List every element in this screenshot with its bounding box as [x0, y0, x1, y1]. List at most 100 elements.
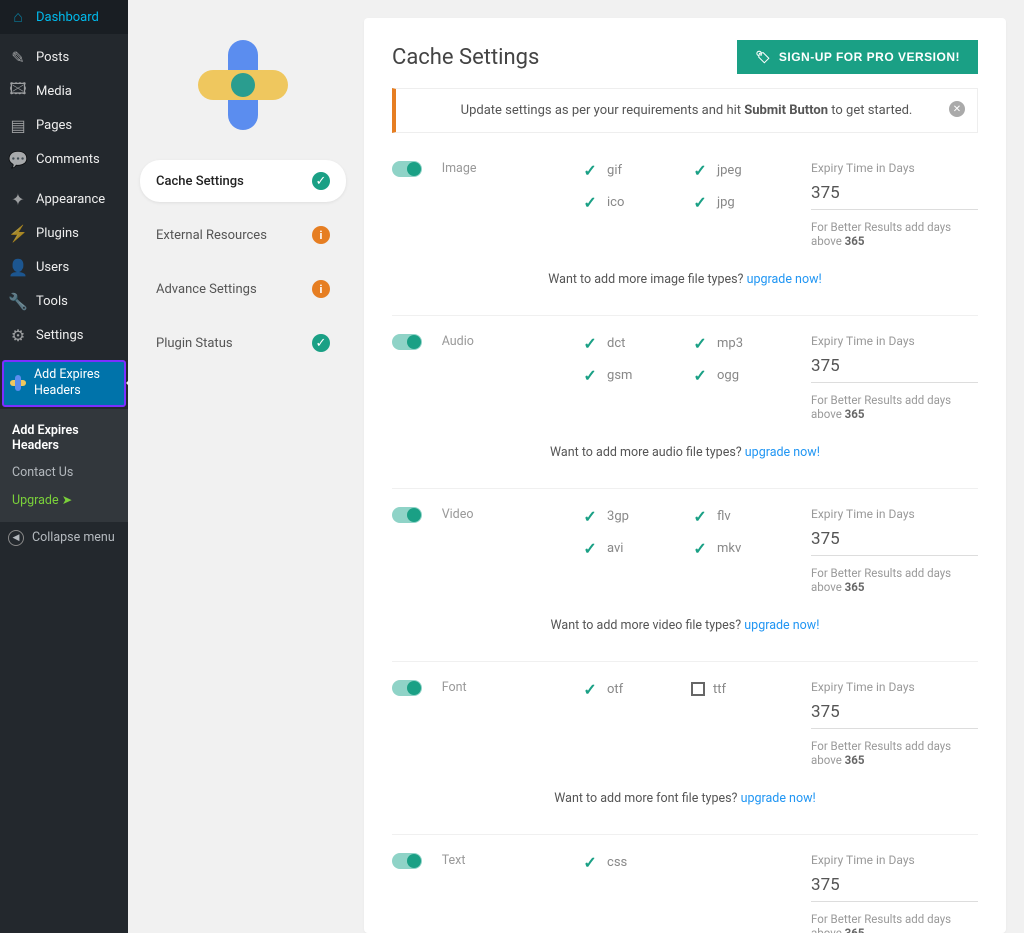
sidebar-item-comments[interactable]: 💬Comments — [0, 142, 128, 176]
toggle-text[interactable] — [392, 853, 422, 869]
filetype-gif: ✓gif — [581, 161, 681, 179]
expiry-input[interactable]: 375 — [811, 183, 978, 210]
filetype-avi: ✓avi — [581, 539, 681, 557]
submenu-upgrade-[interactable]: Upgrade ➤ — [0, 486, 128, 514]
tab-label: External Resources — [156, 228, 267, 243]
check-icon[interactable]: ✓ — [691, 193, 709, 211]
check-icon[interactable]: ✓ — [691, 366, 709, 384]
upgrade-link[interactable]: upgrade now! — [745, 445, 820, 460]
expiry-label: Expiry Time in Days — [811, 507, 978, 521]
expiry-label: Expiry Time in Days — [811, 161, 978, 175]
collapse-icon: ◀ — [8, 530, 24, 546]
upgrade-link[interactable]: upgrade now! — [741, 791, 816, 806]
check-icon[interactable]: ✓ — [581, 366, 599, 384]
plugin-tab-plugin-status[interactable]: Plugin Status✓ — [140, 322, 346, 364]
toggle-audio[interactable] — [392, 334, 422, 350]
file-type-list: ✓gif ✓jpeg ✓ico ✓jpg — [581, 161, 791, 211]
menu-icon: ⚡ — [8, 223, 28, 243]
sidebar-item-settings[interactable]: ⚙Settings — [0, 318, 128, 352]
submenu-contact-us[interactable]: Contact Us — [0, 459, 128, 486]
menu-icon: 👤 — [8, 257, 28, 277]
page-title: Cache Settings — [392, 45, 539, 70]
check-icon[interactable]: ✓ — [581, 334, 599, 352]
collapse-menu[interactable]: ◀Collapse menu — [0, 522, 128, 554]
main-panel: Cache Settings 🏷 SIGN-UP FOR PRO VERSION… — [364, 18, 1006, 933]
check-icon[interactable]: ✓ — [691, 334, 709, 352]
upgrade-link[interactable]: upgrade now! — [747, 272, 822, 287]
expiry-field: Expiry Time in Days375For Better Results… — [811, 507, 978, 594]
check-icon[interactable]: ✓ — [691, 507, 709, 525]
check-icon[interactable]: ✓ — [691, 161, 709, 179]
toggle-video[interactable] — [392, 507, 422, 523]
close-icon[interactable]: ✕ — [949, 101, 965, 117]
file-type-list: ✓css — [581, 853, 791, 871]
section-label: Video — [442, 507, 553, 522]
check-icon[interactable]: ✓ — [581, 161, 599, 179]
filetype-gsm: ✓gsm — [581, 366, 681, 384]
upgrade-prompt: Want to add more font file types? upgrad… — [392, 791, 978, 806]
menu-icon: ✎ — [8, 47, 28, 67]
expiry-input[interactable]: 375 — [811, 529, 978, 556]
section-label: Text — [442, 853, 553, 868]
upgrade-link[interactable]: upgrade now! — [744, 618, 819, 633]
check-icon[interactable]: ✓ — [691, 539, 709, 557]
check-icon[interactable]: ✓ — [581, 507, 599, 525]
expiry-hint: For Better Results add days above 365 — [811, 912, 978, 933]
expiry-hint: For Better Results add days above 365 — [811, 393, 978, 421]
wp-admin-sidebar: ⌂Dashboard ✎Posts🖾Media▤Pages💬Comments ✦Ap… — [0, 0, 128, 933]
sidebar-item-users[interactable]: 👤Users — [0, 250, 128, 284]
sidebar-item-add-expires-headers[interactable]: Add Expires Headers — [2, 360, 126, 407]
sidebar-item-appearance[interactable]: ✦Appearance — [0, 182, 128, 216]
section-image: Image ✓gif ✓jpeg ✓ico ✓jpg Expiry Time in Day… — [392, 143, 978, 316]
plugin-tab-advance-settings[interactable]: Advance Settingsi — [140, 268, 346, 310]
upgrade-prompt: Want to add more video file types? upgra… — [392, 618, 978, 633]
sidebar-item-dashboard[interactable]: ⌂Dashboard — [0, 0, 128, 34]
submenu-add-expires-headers[interactable]: Add Expires Headers — [0, 417, 128, 459]
expiry-input[interactable]: 375 — [811, 356, 978, 383]
menu-icon: ⚙ — [8, 325, 28, 345]
sidebar-item-media[interactable]: 🖾Media — [0, 74, 128, 108]
menu-icon: 🔧 — [8, 291, 28, 311]
plugin-logo — [198, 40, 288, 130]
filetype-flv: ✓flv — [691, 507, 791, 525]
check-icon[interactable]: ✓ — [581, 680, 599, 698]
filetype-jpeg: ✓jpeg — [691, 161, 791, 179]
check-icon[interactable]: ✓ — [581, 193, 599, 211]
filetype-ttf: ttf — [691, 680, 791, 698]
checkbox-unchecked[interactable] — [691, 682, 705, 696]
filetype-jpg: ✓jpg — [691, 193, 791, 211]
menu-icon: ▤ — [8, 115, 28, 135]
check-icon[interactable]: ✓ — [581, 539, 599, 557]
info-icon: i — [312, 226, 330, 244]
expiry-hint: For Better Results add days above 365 — [811, 220, 978, 248]
section-label: Font — [442, 680, 553, 695]
menu-icon: 🖾 — [8, 81, 28, 101]
menu-icon: ✦ — [8, 189, 28, 209]
expiry-label: Expiry Time in Days — [811, 853, 978, 867]
pro-signup-button[interactable]: 🏷 SIGN-UP FOR PRO VERSION! — [737, 40, 978, 74]
filetype-dct: ✓dct — [581, 334, 681, 352]
expiry-field: Expiry Time in Days 375 For Better Results… — [811, 161, 978, 248]
check-icon[interactable]: ✓ — [581, 853, 599, 871]
sidebar-item-posts[interactable]: ✎Posts — [0, 40, 128, 74]
expiry-input[interactable]: 375 — [811, 702, 978, 729]
expiry-input[interactable]: 375 — [811, 875, 978, 902]
sidebar-item-plugins[interactable]: ⚡Plugins — [0, 216, 128, 250]
pro-button-label: SIGN-UP FOR PRO VERSION! — [779, 50, 960, 64]
expiry-field: Expiry Time in Days 375 For Better Results… — [811, 853, 978, 933]
filetype-mkv: ✓mkv — [691, 539, 791, 557]
section-label: Audio — [442, 334, 553, 349]
plugin-side-nav: Cache Settings✓ External Resources i Advanc… — [128, 0, 358, 933]
section-label: Image — [442, 161, 553, 176]
expiry-field: Expiry Time in Days375For Better Results… — [811, 680, 978, 767]
menu-icon: 💬 — [8, 149, 28, 169]
sidebar-item-tools[interactable]: 🔧Tools — [0, 284, 128, 318]
filetype-ico: ✓ico — [581, 193, 681, 211]
toggle-image[interactable] — [392, 161, 422, 177]
toggle-font[interactable] — [392, 680, 422, 696]
sidebar-item-pages[interactable]: ▤Pages — [0, 108, 128, 142]
plugin-tab-cache-settings[interactable]: Cache Settings✓ — [140, 160, 346, 202]
file-type-list: ✓otfttf — [581, 680, 791, 698]
section-video: Video✓3gp✓flv✓avi✓mkvExpiry Time in Days… — [392, 489, 978, 662]
plugin-tab-external-resources[interactable]: External Resources i — [140, 214, 346, 256]
